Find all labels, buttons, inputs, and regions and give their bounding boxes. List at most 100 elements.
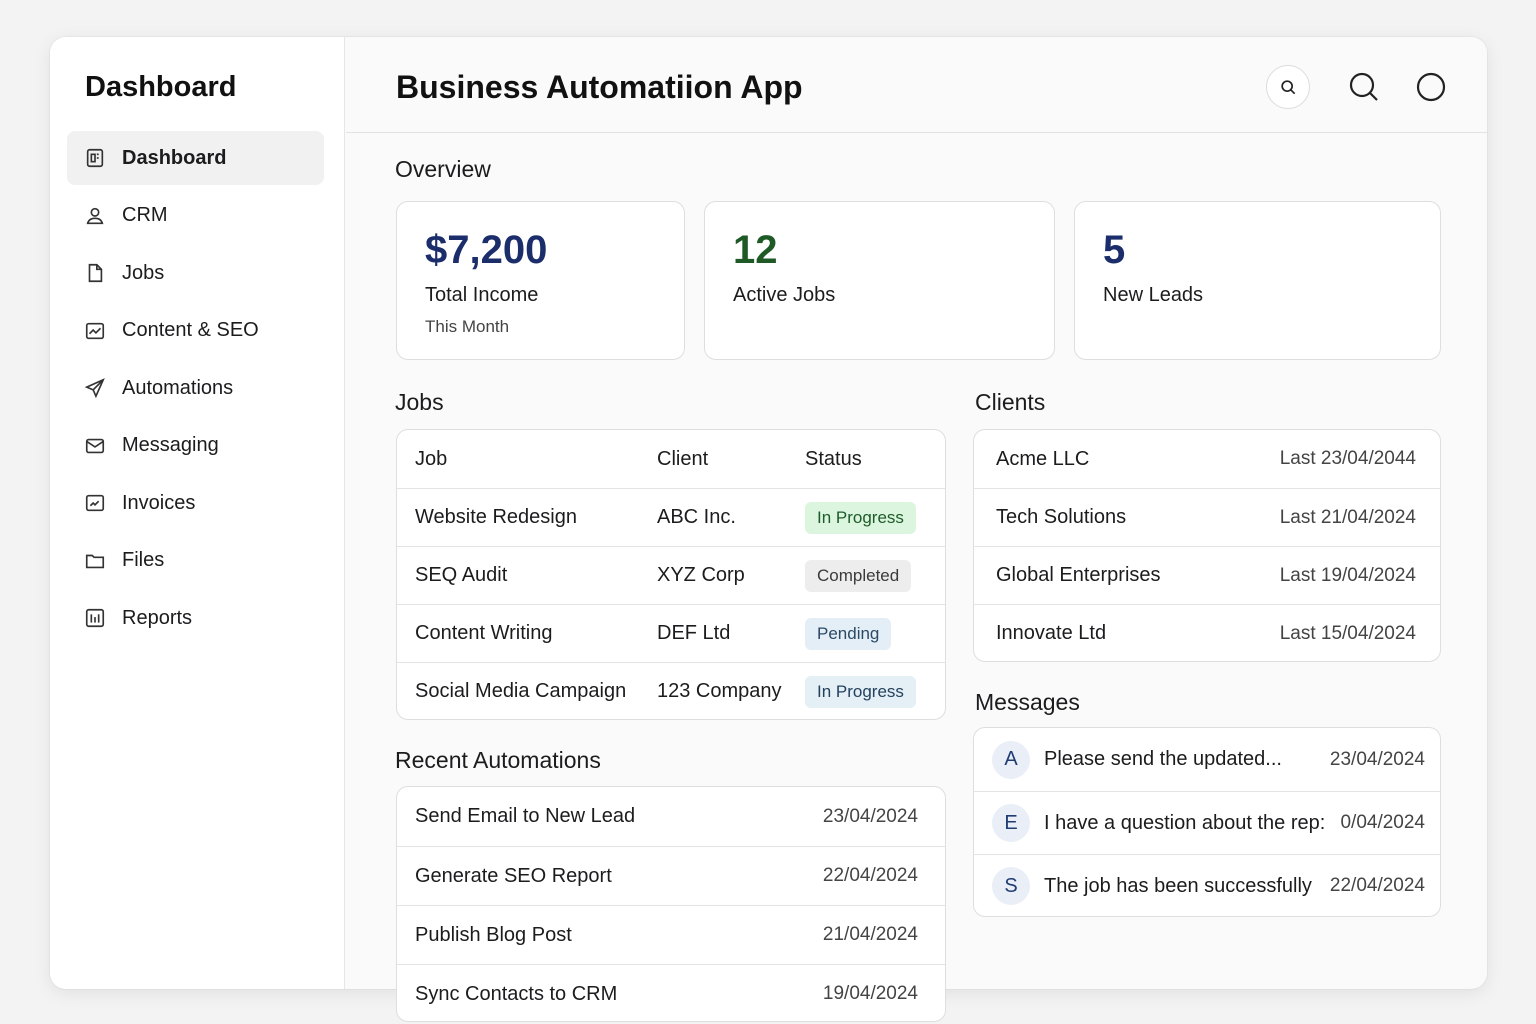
job-name: Website Redesign — [415, 506, 577, 528]
sidebar-item-label: CRM — [122, 204, 168, 226]
automations-list: Send Email to New Lead 23/04/2024 Genera… — [396, 786, 946, 1022]
sidebar-item-reports[interactable]: Reports — [67, 591, 324, 645]
automation-name: Publish Blog Post — [415, 923, 572, 946]
sidebar-item-label: Automations — [122, 376, 234, 399]
automation-date: 22/04/2024 — [822, 865, 918, 886]
mail-icon — [85, 438, 105, 453]
column-header-job: Job — [415, 447, 448, 470]
send-icon — [84, 378, 105, 399]
sidebar-item-automations[interactable]: Automations — [67, 361, 324, 415]
job-client: 123 Company — [657, 680, 782, 702]
status-badge: In Progress — [805, 501, 916, 534]
sidebar-item-dashboard[interactable]: Dashboard — [67, 131, 324, 185]
stat-label: Active Jobs — [733, 284, 836, 306]
client-last-contact: Last 21/04/2024 — [1279, 506, 1416, 528]
message-item[interactable]: A Please send the updated... 23/04/2024 — [974, 728, 1440, 791]
sidebar-item-files[interactable]: Files — [67, 534, 324, 588]
job-name: SEQ Audit — [415, 564, 508, 586]
sidebar-item-label: Reports — [122, 606, 193, 629]
jobs-table: Job Client Status Website Redesign ABC I… — [396, 429, 946, 720]
sidebar-item-label: Dashboard — [122, 146, 227, 169]
reports-icon — [85, 608, 105, 628]
list-item[interactable]: Acme LLC Last 23/04/2044 — [974, 430, 1440, 488]
client-last-contact: Last 15/04/2024 — [1279, 622, 1416, 644]
list-item[interactable]: Innovate Ltd Last 15/04/2024 — [974, 604, 1440, 661]
message-date: 23/04/2024 — [1329, 748, 1425, 770]
avatar: E — [992, 804, 1030, 842]
list-item[interactable]: Tech Solutions Last 21/04/2024 — [974, 488, 1440, 546]
clients-list: Acme LLC Last 23/04/2044 Tech Solutions … — [973, 429, 1441, 662]
folder-icon — [85, 554, 105, 568]
messages-list: A Please send the updated... 23/04/2024 … — [973, 727, 1441, 917]
table-row[interactable]: Social Media Campaign 123 Company In Pro… — [397, 662, 945, 719]
sidebar-item-label: Jobs — [122, 261, 165, 284]
chart-icon — [85, 322, 105, 339]
list-item[interactable]: Global Enterprises Last 19/04/2024 — [974, 546, 1440, 604]
automation-name: Send Email to New Lead — [415, 805, 636, 827]
stat-card-new-leads: 5 New Leads — [1074, 201, 1441, 360]
job-name: Social Media Campaign — [415, 680, 627, 702]
sidebar-item-label: Content & SEO — [122, 319, 259, 341]
list-item[interactable]: Send Email to New Lead 23/04/2024 — [397, 787, 945, 846]
message-preview: Please send the updated... — [1044, 748, 1282, 770]
column-header-client: Client — [657, 447, 709, 470]
client-name: Tech Solutions — [996, 506, 1127, 528]
sidebar-item-label: Files — [122, 549, 165, 571]
job-name: Content Writing — [415, 622, 553, 644]
overview-title: Overview — [395, 156, 491, 182]
jobs-title: Jobs — [395, 389, 444, 415]
list-item[interactable]: Publish Blog Post 21/04/2024 — [397, 905, 945, 964]
stat-value: 5 — [1103, 228, 1126, 272]
stat-card-total-income: $7,200 Total Income This Month — [396, 201, 685, 360]
message-preview: The job has been successfully — [1044, 874, 1312, 897]
search-button-2[interactable] — [1346, 69, 1382, 105]
table-header: Job Client Status — [397, 430, 945, 488]
message-item[interactable]: S The job has been successfully 22/04/20… — [974, 854, 1440, 916]
job-client: DEF Ltd — [657, 622, 731, 644]
table-row[interactable]: Content Writing DEF Ltd Pending — [397, 604, 945, 662]
job-client: ABC Inc. — [657, 506, 736, 528]
status-badge: Pending — [805, 617, 892, 650]
client-name: Acme LLC — [996, 447, 1090, 470]
message-preview: I have a question about the rep: — [1044, 811, 1326, 834]
message-item[interactable]: E I have a question about the rep: 0/04/… — [974, 791, 1440, 854]
search-icon — [1349, 72, 1378, 101]
automation-date: 23/04/2024 — [822, 805, 918, 827]
clients-title: Clients — [975, 389, 1046, 415]
sidebar-item-messaging[interactable]: Messaging — [67, 419, 324, 473]
sidebar-title: Dashboard — [85, 71, 237, 103]
message-date: 0/04/2024 — [1340, 812, 1425, 833]
automation-date: 19/04/2024 — [822, 983, 918, 1004]
search-button[interactable] — [1266, 65, 1310, 109]
user-icon — [86, 207, 104, 224]
column-header-status: Status — [805, 447, 862, 470]
messages-title: Messages — [975, 689, 1080, 715]
automations-title: Recent Automations — [395, 747, 601, 773]
sidebar: Dashboard Dashboard CRM Jobs Content & S… — [50, 37, 345, 989]
stat-value: $7,200 — [425, 228, 548, 272]
status-badge: Completed — [805, 559, 912, 592]
automation-date: 21/04/2024 — [822, 924, 918, 945]
stat-sublabel: This Month — [425, 317, 510, 336]
search-icon — [1281, 80, 1296, 95]
stat-label: Total Income — [425, 284, 539, 306]
automation-name: Generate SEO Report — [415, 864, 612, 887]
profile-button[interactable] — [1413, 69, 1449, 105]
list-item[interactable]: Generate SEO Report 22/04/2024 — [397, 846, 945, 905]
table-row[interactable]: SEQ Audit XYZ Corp Completed — [397, 546, 945, 604]
profile-icon — [1416, 72, 1446, 102]
stat-card-active-jobs: 12 Active Jobs — [704, 201, 1055, 360]
sidebar-item-content-seo[interactable]: Content & SEO — [67, 304, 324, 358]
document-icon — [88, 263, 103, 283]
client-last-contact: Last 23/04/2044 — [1279, 448, 1416, 469]
sidebar-item-label: Messaging — [122, 434, 219, 456]
sidebar-item-crm[interactable]: CRM — [67, 189, 324, 243]
sidebar-nav: Dashboard CRM Jobs Content & SEO Automat… — [67, 131, 324, 649]
dashboard-icon — [86, 148, 104, 168]
stat-value: 12 — [733, 228, 778, 272]
sidebar-item-jobs[interactable]: Jobs — [67, 246, 324, 300]
table-row[interactable]: Website Redesign ABC Inc. In Progress — [397, 488, 945, 546]
sidebar-item-invoices[interactable]: Invoices — [67, 476, 324, 530]
list-item[interactable]: Sync Contacts to CRM 19/04/2024 — [397, 964, 945, 1021]
status-badge: In Progress — [805, 675, 916, 708]
